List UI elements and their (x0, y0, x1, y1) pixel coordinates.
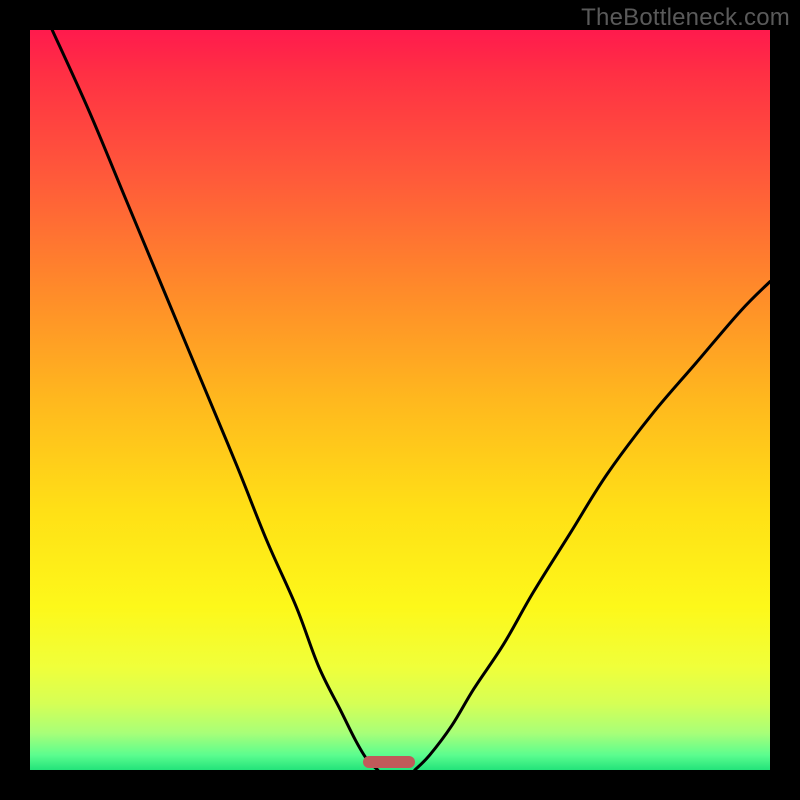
plot-area (30, 30, 770, 770)
bottleneck-marker (363, 756, 415, 768)
chart-frame: TheBottleneck.com (0, 0, 800, 800)
watermark-text: TheBottleneck.com (581, 4, 790, 32)
curve-right (415, 282, 770, 770)
curve-layer (30, 30, 770, 770)
curve-left (52, 30, 378, 770)
